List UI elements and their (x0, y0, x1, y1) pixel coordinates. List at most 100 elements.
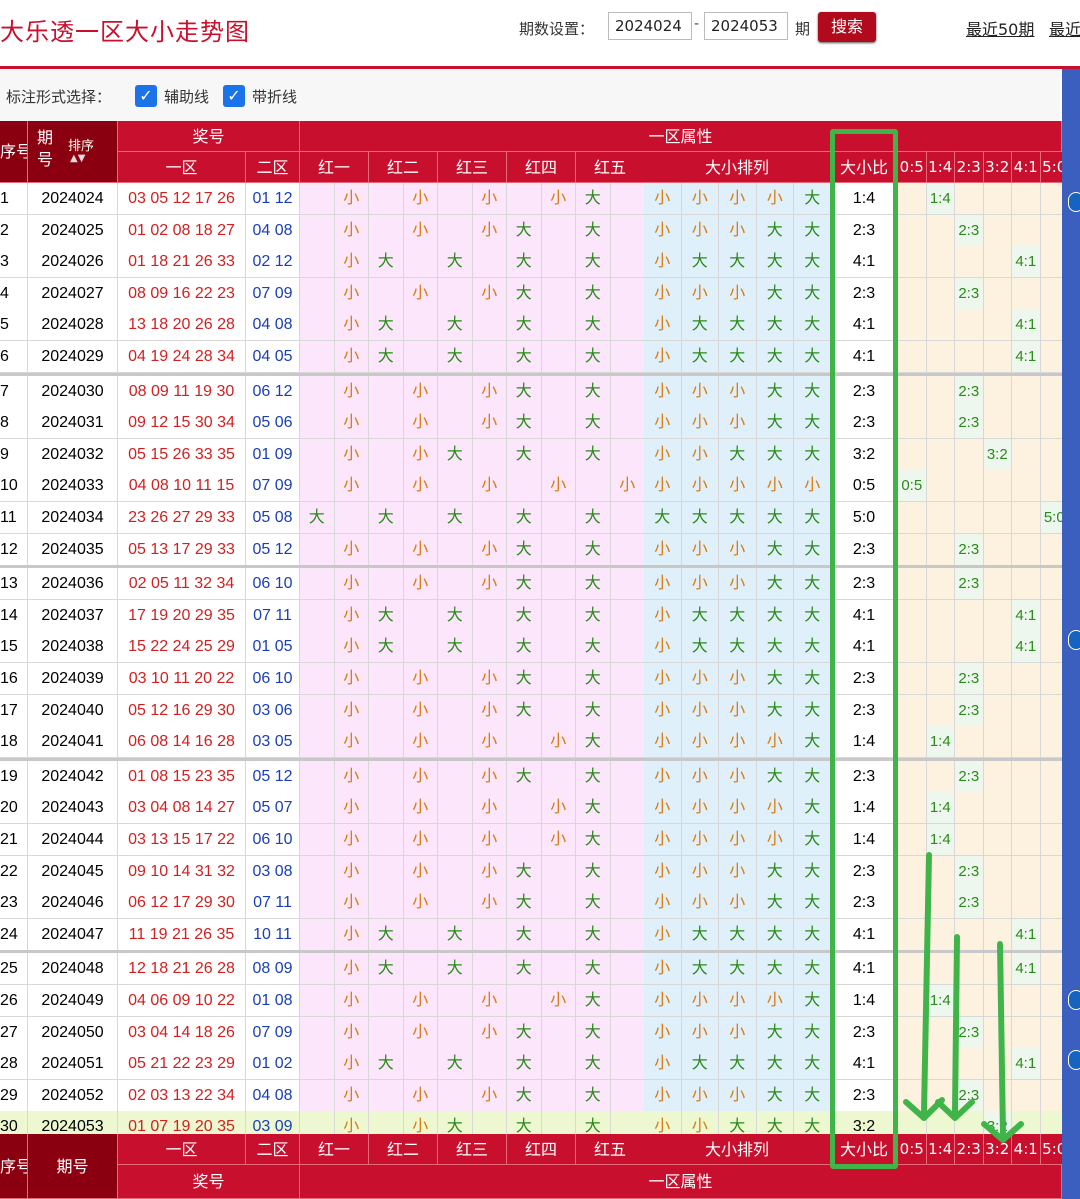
size-order-cell: 大 (756, 761, 794, 793)
recent-50-link[interactable]: 最近50期 (966, 16, 1034, 40)
red-big-cell (300, 1017, 335, 1049)
ratio-dist-cell (926, 278, 955, 310)
size-order-cell: 大 (681, 502, 719, 534)
ratio-dist-cell (1012, 470, 1041, 502)
header-ratio-col: 4:1 (1012, 152, 1041, 183)
period-from-input[interactable]: 2024024 (608, 12, 692, 40)
row-back-numbers: 07 09 (246, 470, 300, 502)
red-big-cell: 大 (369, 341, 404, 373)
ratio-dist-cell (983, 278, 1012, 310)
ratio-dist-cell (1012, 726, 1041, 758)
scroll-marker[interactable] (1068, 990, 1080, 1010)
size-order-cell: 小 (719, 985, 757, 1017)
row-back-numbers: 06 10 (246, 824, 300, 856)
red-small-cell (610, 919, 645, 951)
red-big-cell: 大 (507, 309, 542, 341)
red-small-cell (541, 695, 576, 727)
ratio-dist-cell (898, 856, 927, 888)
size-order-cell: 小 (644, 953, 682, 985)
red-big-cell: 大 (507, 887, 542, 919)
header-period-label: 期号 (36, 128, 53, 169)
red-small-cell (541, 376, 576, 408)
ratio-dist-cell (1012, 407, 1041, 439)
red-big-cell (300, 761, 335, 793)
red-small-cell (610, 761, 645, 793)
size-order-cell: 大 (719, 953, 757, 985)
row-period: 2024028 (28, 309, 118, 341)
ratio-dist-cell: 3:2 (983, 439, 1012, 471)
ratio-dist-cell (955, 726, 984, 758)
red-big-cell (438, 1017, 473, 1049)
red-small-cell (610, 215, 645, 247)
size-order-cell: 小 (756, 824, 794, 856)
red-big-cell: 大 (369, 953, 404, 985)
red-big-cell: 大 (507, 246, 542, 278)
red-small-cell: 小 (472, 1017, 507, 1049)
size-order-cell: 大 (681, 341, 719, 373)
red-small-cell: 小 (334, 1017, 369, 1049)
red-big-cell: 大 (507, 695, 542, 727)
row-period: 2024048 (28, 953, 118, 985)
size-order-cell: 大 (756, 1048, 794, 1080)
row-back-numbers: 05 12 (246, 534, 300, 566)
size-order-cell: 大 (756, 953, 794, 985)
red-big-cell (438, 215, 473, 247)
row-ratio: 1:4 (831, 726, 898, 758)
red-small-cell: 小 (472, 663, 507, 695)
row-front-numbers: 03 04 08 14 27 (118, 792, 246, 824)
red-big-cell: 大 (576, 534, 611, 566)
size-order-cell: 大 (756, 309, 794, 341)
red-big-cell: 大 (576, 183, 611, 215)
fold-line-checkbox[interactable]: ✓ (223, 85, 245, 107)
red-big-cell (438, 824, 473, 856)
size-order-cell: 小 (719, 470, 757, 502)
scroll-marker[interactable] (1068, 192, 1080, 212)
row-seq: 2 (0, 215, 28, 247)
ratio-dist-cell (926, 1017, 955, 1049)
red-big-cell: 大 (576, 1048, 611, 1080)
red-big-cell: 大 (369, 1048, 404, 1080)
ratio-dist-cell (926, 1080, 955, 1112)
red-small-cell: 小 (403, 856, 438, 888)
ratio-dist-cell (983, 470, 1012, 502)
search-button[interactable]: 搜索 (818, 12, 876, 42)
period-to-input[interactable]: 2024053 (704, 12, 788, 40)
row-seq: 15 (0, 631, 28, 663)
scroll-marker[interactable] (1068, 1050, 1080, 1070)
ratio-dist-cell (1012, 183, 1041, 215)
red-big-cell (369, 761, 404, 793)
size-order-cell: 小 (644, 887, 682, 919)
row-front-numbers: 05 15 26 33 35 (118, 439, 246, 471)
red-big-cell (507, 470, 542, 502)
ratio-dist-cell: 2:3 (955, 1080, 984, 1112)
red-big-cell: 大 (507, 439, 542, 471)
red-big-cell: 大 (576, 663, 611, 695)
aux-line-checkbox[interactable]: ✓ (135, 85, 157, 107)
sort-arrows-icon[interactable]: ▲▼ (70, 153, 85, 164)
row-front-numbers: 03 13 15 17 22 (118, 824, 246, 856)
size-order-cell: 大 (794, 856, 832, 888)
red-big-cell: 大 (576, 953, 611, 985)
recent-more-link[interactable]: 最近 (1049, 16, 1080, 40)
size-order-cell: 小 (756, 183, 794, 215)
red-small-cell: 小 (541, 985, 576, 1017)
scroll-marker[interactable] (1068, 630, 1080, 650)
ratio-dist-cell (926, 439, 955, 471)
row-back-numbers: 01 08 (246, 985, 300, 1017)
ratio-dist-cell (1012, 824, 1041, 856)
row-front-numbers: 01 18 21 26 33 (118, 246, 246, 278)
ratio-dist-cell (1012, 376, 1041, 408)
size-order-cell: 大 (794, 919, 832, 951)
row-ratio: 2:3 (831, 568, 898, 600)
ratio-dist-cell (898, 407, 927, 439)
size-order-cell: 小 (644, 1080, 682, 1112)
size-order-cell: 大 (756, 439, 794, 471)
header-red-4: 红四 (507, 152, 576, 183)
red-big-cell: 大 (576, 407, 611, 439)
red-small-cell: 小 (334, 407, 369, 439)
row-period: 2024039 (28, 663, 118, 695)
ratio-dist-cell: 2:3 (955, 278, 984, 310)
red-small-cell: 小 (403, 1017, 438, 1049)
header-period[interactable]: 期号 排序 ▲▼ (28, 121, 118, 183)
sort-label[interactable]: 排序 (68, 135, 94, 154)
